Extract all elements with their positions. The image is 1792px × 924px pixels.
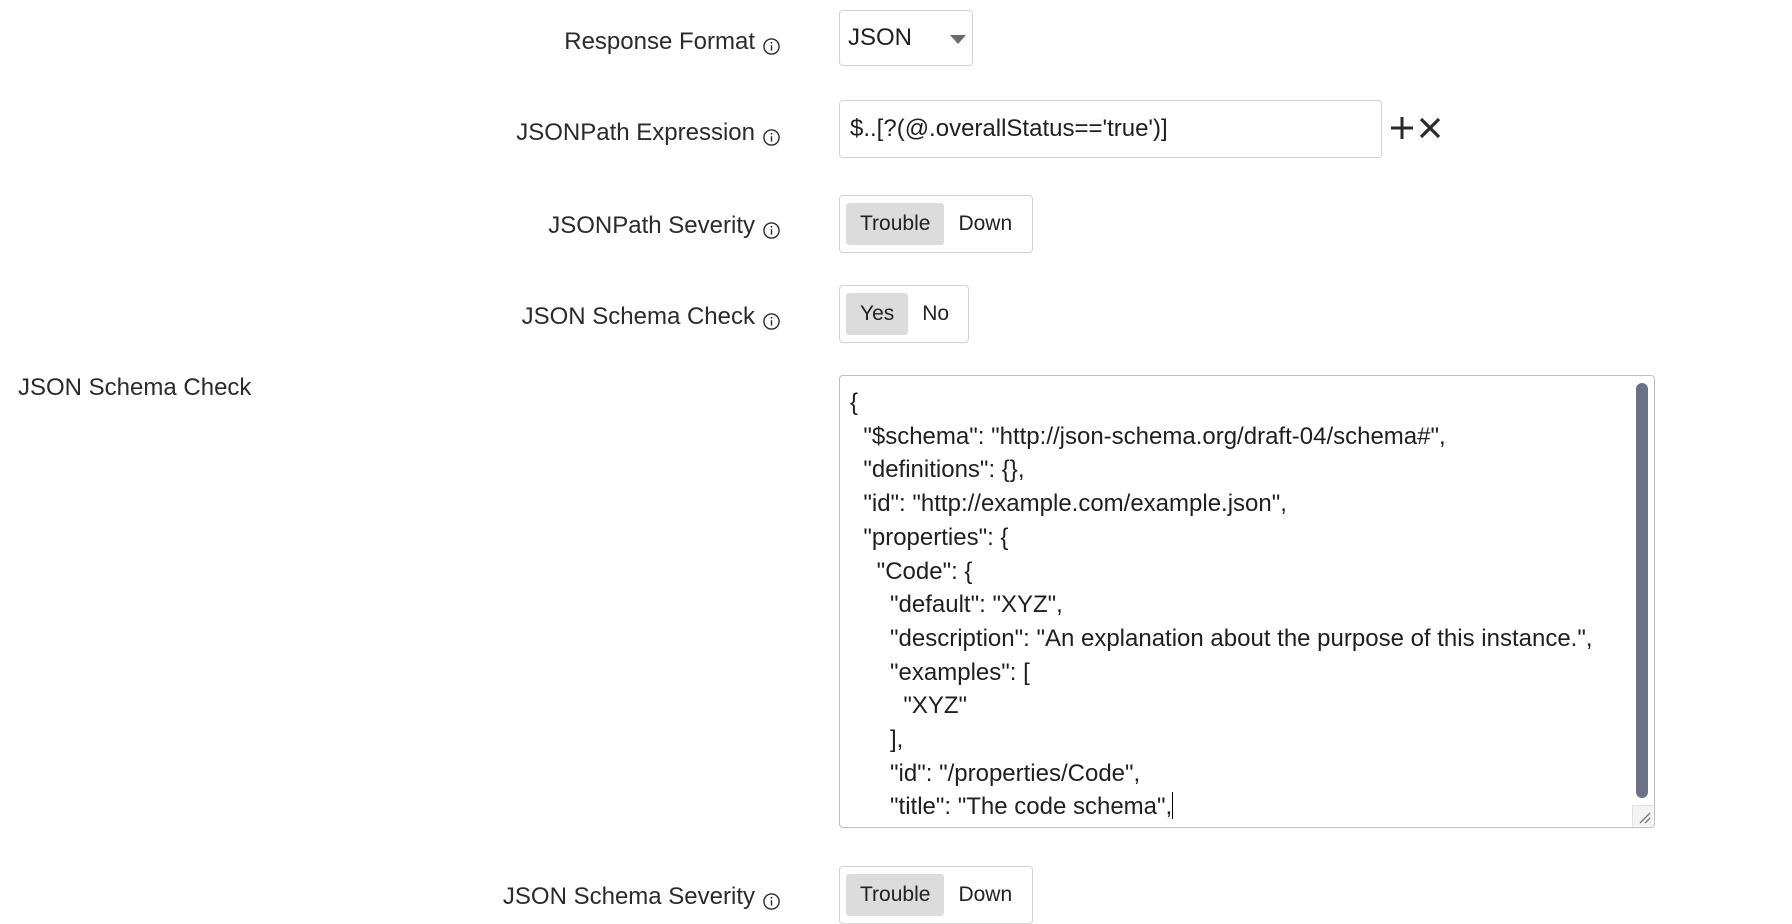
jsonpath-expression-input[interactable] (839, 100, 1382, 158)
code-line: "Code": { (850, 557, 973, 585)
response-format-value: JSON (848, 24, 913, 51)
info-icon[interactable] (763, 309, 780, 330)
resize-handle-icon[interactable] (1632, 805, 1653, 826)
code-line: "title": "The code schema", (850, 793, 1173, 821)
jsonpath-severity-label-text: JSONPath Severity (548, 212, 755, 239)
json-schema-severity-toggle: Trouble Down (839, 866, 1033, 924)
code-line: { (850, 389, 859, 416)
jsonpath-severity-option-trouble[interactable]: Trouble (846, 203, 945, 245)
code-line: "XYZ" (850, 692, 968, 720)
json-schema-text[interactable]: { "$schema": "http://json-schema.org/dra… (840, 376, 1654, 824)
plus-icon[interactable] (1387, 113, 1417, 143)
code-line: "default": "XYZ", (850, 591, 1063, 619)
info-icon[interactable] (763, 889, 780, 910)
code-line: "definitions": {}, (850, 456, 1025, 484)
json-schema-check-option-no[interactable]: No (908, 293, 963, 335)
text-cursor (1172, 792, 1174, 820)
json-schema-textarea[interactable]: { "$schema": "http://json-schema.org/dra… (839, 375, 1655, 828)
json-schema-severity-label-text: JSON Schema Severity (502, 883, 755, 910)
response-format-select[interactable]: JSON (839, 10, 973, 66)
code-line: "properties": { (850, 523, 1009, 551)
json-schema-editor-label: JSON Schema Check (18, 374, 252, 401)
json-schema-check-label-text: JSON Schema Check (521, 303, 755, 330)
code-line: "$schema": "http://json-schema.org/draft… (850, 422, 1446, 450)
close-icon[interactable] (1415, 113, 1445, 143)
json-schema-check-option-yes[interactable]: Yes (846, 293, 909, 335)
json-schema-severity-label: JSON Schema Severity (503, 883, 780, 911)
response-format-label: Response Format (564, 28, 780, 56)
info-icon[interactable] (763, 218, 780, 239)
info-icon[interactable] (763, 125, 780, 146)
code-line: "description": "An explanation about the… (850, 624, 1593, 652)
jsonpath-expression-label-text: JSONPath Expression (516, 119, 755, 146)
response-format-label-text: Response Format (564, 28, 755, 55)
textarea-scrollbar[interactable] (1636, 383, 1648, 798)
caret-down-icon (950, 35, 966, 44)
code-line: "examples": [ (850, 658, 1030, 686)
json-schema-check-toggle: Yes No (839, 285, 969, 343)
info-icon[interactable] (763, 34, 780, 55)
jsonpath-severity-option-down[interactable]: Down (944, 203, 1026, 245)
json-schema-severity-option-down[interactable]: Down (944, 874, 1026, 916)
form-page: Response Format JSON JSONPath Expression… (0, 0, 1792, 924)
code-line: "id": "/properties/Code", (850, 759, 1141, 787)
jsonpath-expression-label: JSONPath Expression (516, 119, 780, 147)
json-schema-check-label: JSON Schema Check (522, 303, 780, 331)
jsonpath-severity-label: JSONPath Severity (548, 212, 780, 240)
code-line: ], (850, 726, 904, 754)
json-schema-severity-option-trouble[interactable]: Trouble (846, 874, 945, 916)
code-line: "id": "http://example.com/example.json", (850, 490, 1287, 518)
jsonpath-severity-toggle: Trouble Down (839, 195, 1033, 253)
